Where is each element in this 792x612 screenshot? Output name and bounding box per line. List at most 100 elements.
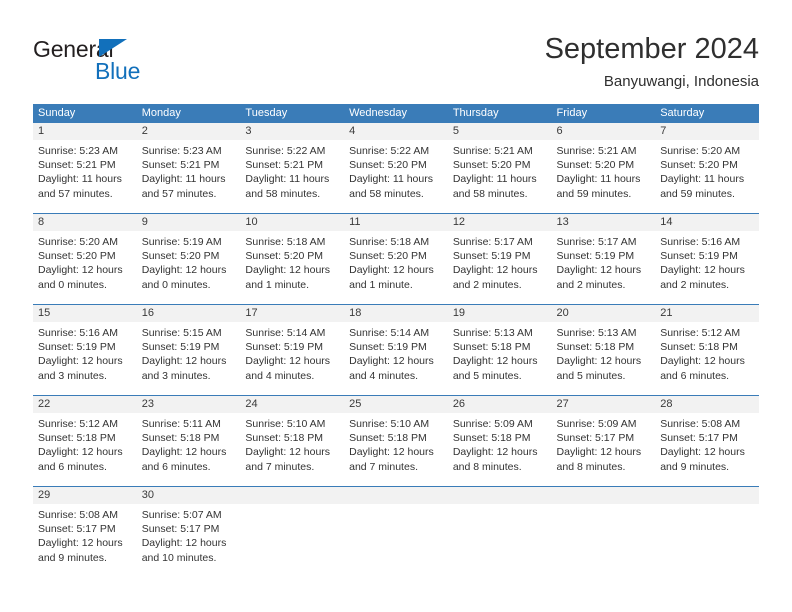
sunrise-text: Sunrise: 5:22 AM: [245, 145, 326, 157]
day-details: Sunrise: 5:20 AM Sunset: 5:20 PM Daylight:…: [655, 140, 759, 201]
daylight-text-line1: Daylight: 12 hours: [660, 264, 745, 277]
day-cell[interactable]: 7 Sunrise: 5:20 AM Sunset: 5:20 PM Daylight…: [655, 123, 759, 214]
day-cell[interactable]: 5 Sunrise: 5:21 AM Sunset: 5:20 PM Daylight…: [447, 123, 552, 214]
day-cell[interactable]: 28 Sunrise: 5:08 AM Sunset: 5:17 PM Dayligh…: [655, 395, 759, 487]
day-cell[interactable]: 8 Sunrise: 5:20 AM Sunset: 5:20 PM Daylight…: [33, 213, 137, 305]
day-details: Sunrise: 5:18 AM Sunset: 5:20 PM Daylight:…: [344, 231, 448, 292]
weekday-header-row: Sunday Monday Tuesday Wednesday Thursday…: [33, 104, 759, 123]
day-details: Sunrise: 5:23 AM Sunset: 5:21 PM Daylight:…: [33, 140, 137, 201]
triangle-icon: [99, 39, 127, 57]
day-cell[interactable]: 16 Sunrise: 5:15 AM Sunset: 5:19 PM Dayligh…: [136, 304, 241, 396]
sunset-text: Sunset: 5:19 PM: [141, 341, 220, 354]
day-cell[interactable]: 15 Sunrise: 5:16 AM Sunset: 5:19 PM Dayligh…: [33, 304, 137, 396]
sunset-text: Sunset: 5:19 PM: [556, 250, 635, 263]
day-cell[interactable]: 6 Sunrise: 5:21 AM Sunset: 5:20 PM Daylight…: [551, 123, 656, 214]
sunrise-text: Sunrise: 5:22 AM: [349, 145, 430, 157]
day-number: 2: [136, 123, 241, 140]
day-cell[interactable]: 29 Sunrise: 5:08 AM Sunset: 5:17 PM Dayligh…: [33, 486, 137, 577]
daylight-text-line2: and 8 minutes.: [452, 460, 522, 473]
page-header: General Blue September 2024 Banyuwangi, …: [0, 0, 792, 96]
day-number: 9: [136, 214, 241, 231]
sunset-text: Sunset: 5:19 PM: [245, 341, 324, 354]
day-cell[interactable]: 25 Sunrise: 5:10 AM Sunset: 5:18 PM Dayligh…: [344, 395, 448, 487]
daylight-text-line1: Daylight: 12 hours: [245, 264, 331, 277]
day-cell[interactable]: 30 Sunrise: 5:07 AM Sunset: 5:17 PM Dayligh…: [136, 486, 241, 577]
day-cell[interactable]: 20 Sunrise: 5:13 AM Sunset: 5:18 PM Dayligh…: [551, 304, 656, 396]
brand-name-blue: Blue: [95, 58, 141, 84]
day-number: 3: [240, 123, 345, 140]
sunrise-text: Sunrise: 5:13 AM: [556, 327, 637, 339]
day-cell[interactable]: 23 Sunrise: 5:11 AM Sunset: 5:18 PM Dayligh…: [136, 395, 241, 487]
day-details: Sunrise: 5:20 AM Sunset: 5:20 PM Daylight:…: [33, 231, 137, 292]
calendar-header: Sunday Monday Tuesday Wednesday Thursday…: [33, 104, 759, 123]
day-cell[interactable]: 9 Sunrise: 5:19 AM Sunset: 5:20 PM Daylight…: [136, 213, 241, 305]
day-cell[interactable]: 21 Sunrise: 5:12 AM Sunset: 5:18 PM Dayligh…: [655, 304, 759, 396]
day-cell[interactable]: 27 Sunrise: 5:09 AM Sunset: 5:17 PM Dayligh…: [551, 395, 656, 487]
sunrise-text: Sunrise: 5:20 AM: [660, 145, 741, 157]
day-cell[interactable]: 2 Sunrise: 5:23 AM Sunset: 5:21 PM Daylight…: [136, 123, 241, 214]
day-number: 19: [447, 305, 552, 322]
day-cell[interactable]: 22 Sunrise: 5:12 AM Sunset: 5:18 PM Dayligh…: [33, 395, 137, 487]
day-number: 23: [136, 396, 241, 413]
daylight-text-line2: and 59 minutes.: [556, 187, 632, 200]
sunset-text: Sunset: 5:20 PM: [452, 159, 531, 172]
daylight-text-line1: Daylight: 12 hours: [349, 264, 434, 277]
daylight-text-line2: and 59 minutes.: [660, 187, 735, 200]
sunrise-text: Sunrise: 5:12 AM: [660, 327, 741, 339]
sunrise-text: Sunrise: 5:20 AM: [38, 236, 118, 248]
day-details: Sunrise: 5:23 AM Sunset: 5:21 PM Daylight:…: [137, 140, 241, 201]
daylight-text-line1: Daylight: 12 hours: [38, 355, 123, 368]
day-cell[interactable]: 26 Sunrise: 5:09 AM Sunset: 5:18 PM Dayligh…: [447, 395, 552, 487]
sunset-text: Sunset: 5:18 PM: [660, 341, 738, 354]
day-cell[interactable]: 3 Sunrise: 5:22 AM Sunset: 5:21 PM Daylight…: [240, 123, 345, 214]
sunrise-text: Sunrise: 5:21 AM: [452, 145, 533, 157]
page-title: September 2024: [544, 33, 759, 65]
sunset-text: Sunset: 5:19 PM: [38, 341, 116, 354]
sunset-text: Sunset: 5:21 PM: [245, 159, 324, 172]
day-cell[interactable]: 11 Sunrise: 5:18 AM Sunset: 5:20 PM Dayligh…: [344, 213, 448, 305]
day-cell-empty: [551, 486, 656, 577]
day-cell[interactable]: 4 Sunrise: 5:22 AM Sunset: 5:20 PM Daylight…: [344, 123, 448, 214]
day-number: 26: [447, 396, 552, 413]
daylight-text-line1: Daylight: 12 hours: [452, 446, 538, 459]
daylight-text-line2: and 10 minutes.: [141, 551, 217, 564]
sunrise-text: Sunrise: 5:08 AM: [660, 418, 741, 430]
sunrise-text: Sunrise: 5:13 AM: [452, 327, 533, 339]
day-cell[interactable]: 19 Sunrise: 5:13 AM Sunset: 5:18 PM Dayligh…: [447, 304, 552, 396]
day-cell[interactable]: 1 Sunrise: 5:23 AM Sunset: 5:21 PM Daylight…: [33, 123, 137, 214]
brand-logo[interactable]: General Blue: [33, 36, 203, 88]
weekday-header-friday: Friday: [551, 104, 656, 123]
sunset-text: Sunset: 5:20 PM: [349, 250, 427, 263]
calendar-week-row: 29 Sunrise: 5:08 AM Sunset: 5:17 PM Dayligh…: [33, 486, 759, 577]
day-cell[interactable]: 17 Sunrise: 5:14 AM Sunset: 5:19 PM Dayligh…: [240, 304, 345, 396]
day-cell[interactable]: 10 Sunrise: 5:18 AM Sunset: 5:20 PM Dayligh…: [240, 213, 345, 305]
day-cell[interactable]: 18 Sunrise: 5:14 AM Sunset: 5:19 PM Dayligh…: [344, 304, 448, 396]
day-cell[interactable]: 12 Sunrise: 5:17 AM Sunset: 5:19 PM Dayligh…: [447, 213, 552, 305]
day-cell[interactable]: 13 Sunrise: 5:17 AM Sunset: 5:19 PM Dayligh…: [551, 213, 656, 305]
day-details: Sunrise: 5:18 AM Sunset: 5:20 PM Daylight:…: [240, 231, 344, 292]
day-cell[interactable]: 24 Sunrise: 5:10 AM Sunset: 5:18 PM Dayligh…: [240, 395, 345, 487]
day-cell[interactable]: 14 Sunrise: 5:16 AM Sunset: 5:19 PM Dayligh…: [655, 213, 759, 305]
daylight-text-line1: Daylight: 12 hours: [556, 264, 642, 277]
page-subtitle: Banyuwangi, Indonesia: [603, 73, 759, 90]
daylight-text-line2: and 2 minutes.: [452, 278, 522, 291]
day-cell-empty: [655, 486, 759, 577]
sunrise-text: Sunrise: 5:14 AM: [349, 327, 430, 339]
daylight-text-line2: and 6 minutes.: [141, 460, 211, 473]
sunset-text: Sunset: 5:19 PM: [660, 250, 738, 263]
sunrise-text: Sunrise: 5:17 AM: [556, 236, 637, 248]
daylight-text-line1: Daylight: 12 hours: [245, 355, 331, 368]
daylight-text-line2: and 57 minutes.: [38, 187, 113, 200]
daylight-text-line2: and 5 minutes.: [556, 369, 626, 382]
daylight-text-line2: and 9 minutes.: [660, 460, 730, 473]
sunrise-text: Sunrise: 5:12 AM: [38, 418, 118, 430]
sunrise-text: Sunrise: 5:21 AM: [556, 145, 637, 157]
day-number: 29: [33, 487, 137, 504]
sunset-text: Sunset: 5:19 PM: [452, 250, 531, 263]
daylight-text-line1: Daylight: 12 hours: [660, 355, 745, 368]
day-details: Sunrise: 5:09 AM Sunset: 5:18 PM Daylight:…: [448, 413, 552, 474]
day-details: Sunrise: 5:14 AM Sunset: 5:19 PM Daylight:…: [240, 322, 344, 383]
day-number: 5: [447, 123, 552, 140]
sunset-text: Sunset: 5:17 PM: [141, 523, 220, 536]
day-number: 15: [33, 305, 137, 322]
